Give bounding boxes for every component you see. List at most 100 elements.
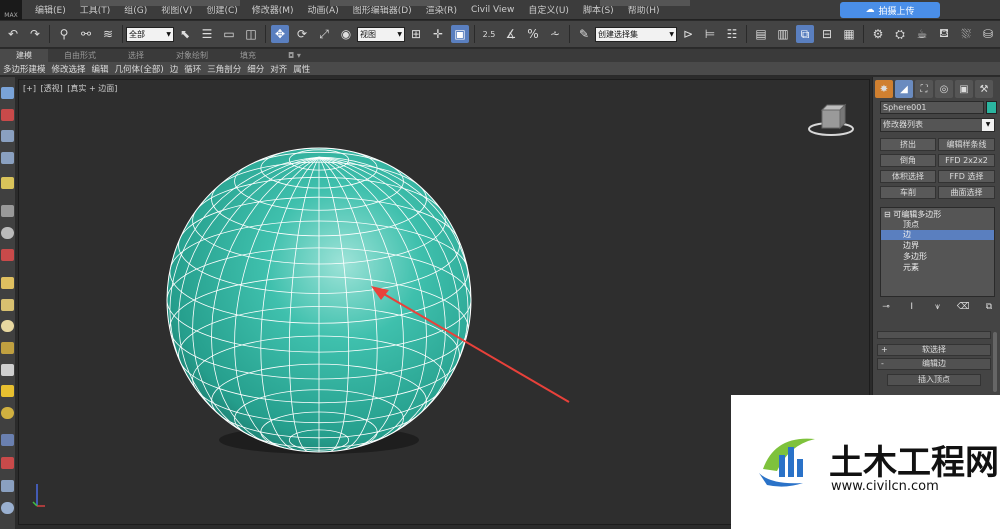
viewcube-icon[interactable] <box>806 102 856 142</box>
spinner-snap-icon[interactable]: ⩪ <box>546 25 564 43</box>
viewport-shading-label[interactable]: [真实 + 边面] <box>67 84 117 93</box>
selection-filter-dropdown[interactable]: 全部 <box>126 26 174 42</box>
bevel-button[interactable]: 倒角 <box>880 154 936 167</box>
window-crossing-icon[interactable]: ◫ <box>242 25 260 43</box>
align-icon[interactable]: ⊨ <box>701 25 719 43</box>
viewport-label[interactable]: [+] [透视] [真实 + 边面] <box>23 83 119 94</box>
light-icon[interactable] <box>1 177 14 189</box>
display-tab-icon[interactable]: ▣ <box>955 80 973 98</box>
globe-icon[interactable] <box>1 320 14 332</box>
named-selection-dropdown[interactable]: 创建选择集 <box>595 26 677 42</box>
stack-polygon[interactable]: 多边形 <box>881 252 994 262</box>
wand-icon[interactable] <box>1 457 14 469</box>
hemisphere-icon[interactable] <box>1 299 14 311</box>
remove-modifier-icon[interactable]: ⌫ <box>957 301 970 313</box>
select-and-place-icon[interactable]: ◉ <box>337 25 355 43</box>
menu-modifiers[interactable]: 修改器(M) <box>245 3 301 16</box>
sun-icon[interactable] <box>1 385 14 397</box>
soft-selection-rollout[interactable]: + 软选择 <box>877 344 991 356</box>
stack-border[interactable]: 边界 <box>881 241 994 251</box>
render-setup-icon[interactable]: ⚙ <box>869 25 887 43</box>
pin-icon[interactable] <box>1 109 14 121</box>
subtab-align[interactable]: 对齐 <box>267 63 290 75</box>
settings-icon[interactable] <box>1 502 14 514</box>
tripod-icon[interactable] <box>1 480 14 492</box>
edit-spline-button[interactable]: 编辑样条线 <box>938 138 995 151</box>
rect-selection-icon[interactable]: ▭ <box>220 25 238 43</box>
curve-editor-icon[interactable]: ⧉ <box>796 25 814 43</box>
bind-space-warp-icon[interactable]: ≋ <box>99 25 117 43</box>
viewport-menu-label[interactable]: [+] <box>23 84 36 93</box>
ffd-2x2x2-button[interactable]: FFD 2x2x2 <box>938 154 995 167</box>
lathe-button[interactable]: 车削 <box>880 186 936 199</box>
insert-vertex-button[interactable]: 插入顶点 <box>887 374 981 386</box>
edit-named-selection-icon[interactable]: ✎ <box>575 25 593 43</box>
layer-icon[interactable] <box>1 130 14 142</box>
modify-tab-icon[interactable]: ◢ <box>895 80 913 98</box>
menu-customize[interactable]: 自定义(U) <box>521 3 576 16</box>
subtab-polygon-modeling[interactable]: 多边形建模 <box>0 63 49 75</box>
plane-icon[interactable] <box>1 277 14 289</box>
cloud-upload-button[interactable]: ☁ 拍摄上传 <box>840 2 940 18</box>
modifier-list-dropdown[interactable]: 修改器列表 <box>880 118 995 132</box>
tab-object-paint[interactable]: 对象绘制 <box>160 50 224 61</box>
hierarchy-tab-icon[interactable]: ⛶ <box>915 80 933 98</box>
create-tab-icon[interactable]: ✸ <box>875 80 893 98</box>
select-and-move-icon[interactable]: ✥ <box>271 25 289 43</box>
stack-editable-poly[interactable]: ⊟ 可编辑多边形 <box>881 210 994 220</box>
snap-toggle-icon[interactable]: 2.5 <box>480 25 498 43</box>
subtab-edges[interactable]: 边 <box>167 63 182 75</box>
ball-icon[interactable] <box>1 407 14 419</box>
list-icon[interactable] <box>1 152 14 164</box>
subtab-edit[interactable]: 编辑 <box>89 63 112 75</box>
render-iterative-icon[interactable]: ⛾ <box>935 25 953 43</box>
viewport-view-label[interactable]: [透视] <box>41 84 63 93</box>
vol-select-button[interactable]: 体积选择 <box>880 170 936 183</box>
render-production-icon[interactable]: ☕ <box>913 25 931 43</box>
select-by-name-icon[interactable]: ☰ <box>198 25 216 43</box>
tab-selection[interactable]: 选择 <box>112 50 160 61</box>
subtab-geometry-all[interactable]: 几何体(全部) <box>112 63 167 75</box>
command-panel-scrollbar[interactable] <box>993 332 997 392</box>
select-manipulate-icon[interactable]: ✛ <box>429 25 447 43</box>
object-color-swatch[interactable] <box>986 101 997 114</box>
helper-icon[interactable] <box>1 205 14 217</box>
link-icon[interactable]: ⚲ <box>55 25 73 43</box>
pin-stack-icon[interactable]: ⊸ <box>880 301 892 313</box>
tab-populate[interactable]: 填充 <box>224 50 272 61</box>
motion-tab-icon[interactable]: ◎ <box>935 80 953 98</box>
subtab-loops[interactable]: 循环 <box>181 63 204 75</box>
stack-edge[interactable]: 边 <box>881 230 994 240</box>
stack-element[interactable]: 元素 <box>881 263 994 273</box>
select-and-rotate-icon[interactable]: ⟳ <box>293 25 311 43</box>
show-end-result-icon[interactable]: Ⅰ <box>906 301 918 313</box>
mirror-icon[interactable]: ⊳ <box>679 25 697 43</box>
cone-icon[interactable] <box>1 364 14 376</box>
pivot-center-icon[interactable]: ⊞ <box>407 25 425 43</box>
make-unique-icon[interactable]: ⩛ <box>932 301 944 313</box>
menu-civil-view[interactable]: Civil View <box>464 5 521 15</box>
ribbon-options-icon[interactable]: ◘ ▾ <box>272 51 317 60</box>
select-object-icon[interactable]: ⬉ <box>176 25 194 43</box>
subtab-subdivision[interactable]: 细分 <box>244 63 267 75</box>
subtab-tris[interactable]: 三角剖分 <box>204 63 244 75</box>
render-cloud-icon[interactable]: ⛆ <box>957 25 975 43</box>
sphere-icon[interactable] <box>1 227 14 239</box>
keyboard-shortcut-icon[interactable]: ▣ <box>451 25 469 43</box>
ffd-select-button[interactable]: FFD 选择 <box>938 170 995 183</box>
angle-snap-icon[interactable]: ∡ <box>502 25 520 43</box>
extrude-button[interactable]: 挤出 <box>880 138 936 151</box>
reference-coordinate-dropdown[interactable]: 视图 <box>357 26 405 42</box>
scene-icon[interactable] <box>1 87 14 99</box>
tab-freeform[interactable]: 自由形式 <box>48 50 112 61</box>
menu-edit[interactable]: 编辑(E) <box>28 3 73 16</box>
app-logo[interactable]: MAX <box>0 0 22 20</box>
subtab-modify-selection[interactable]: 修改选择 <box>49 63 89 75</box>
select-and-scale-icon[interactable]: ⤢ <box>315 25 333 43</box>
surface-select-button[interactable]: 曲面选择 <box>938 186 995 199</box>
material-editor-icon[interactable]: ▦ <box>840 25 858 43</box>
object-name-field[interactable]: Sphere001 <box>880 101 984 114</box>
configure-sets-icon[interactable]: ⧉ <box>983 301 995 313</box>
render-shortcut-icon[interactable]: ⛁ <box>979 25 997 43</box>
unlink-icon[interactable]: ⚯ <box>77 25 95 43</box>
